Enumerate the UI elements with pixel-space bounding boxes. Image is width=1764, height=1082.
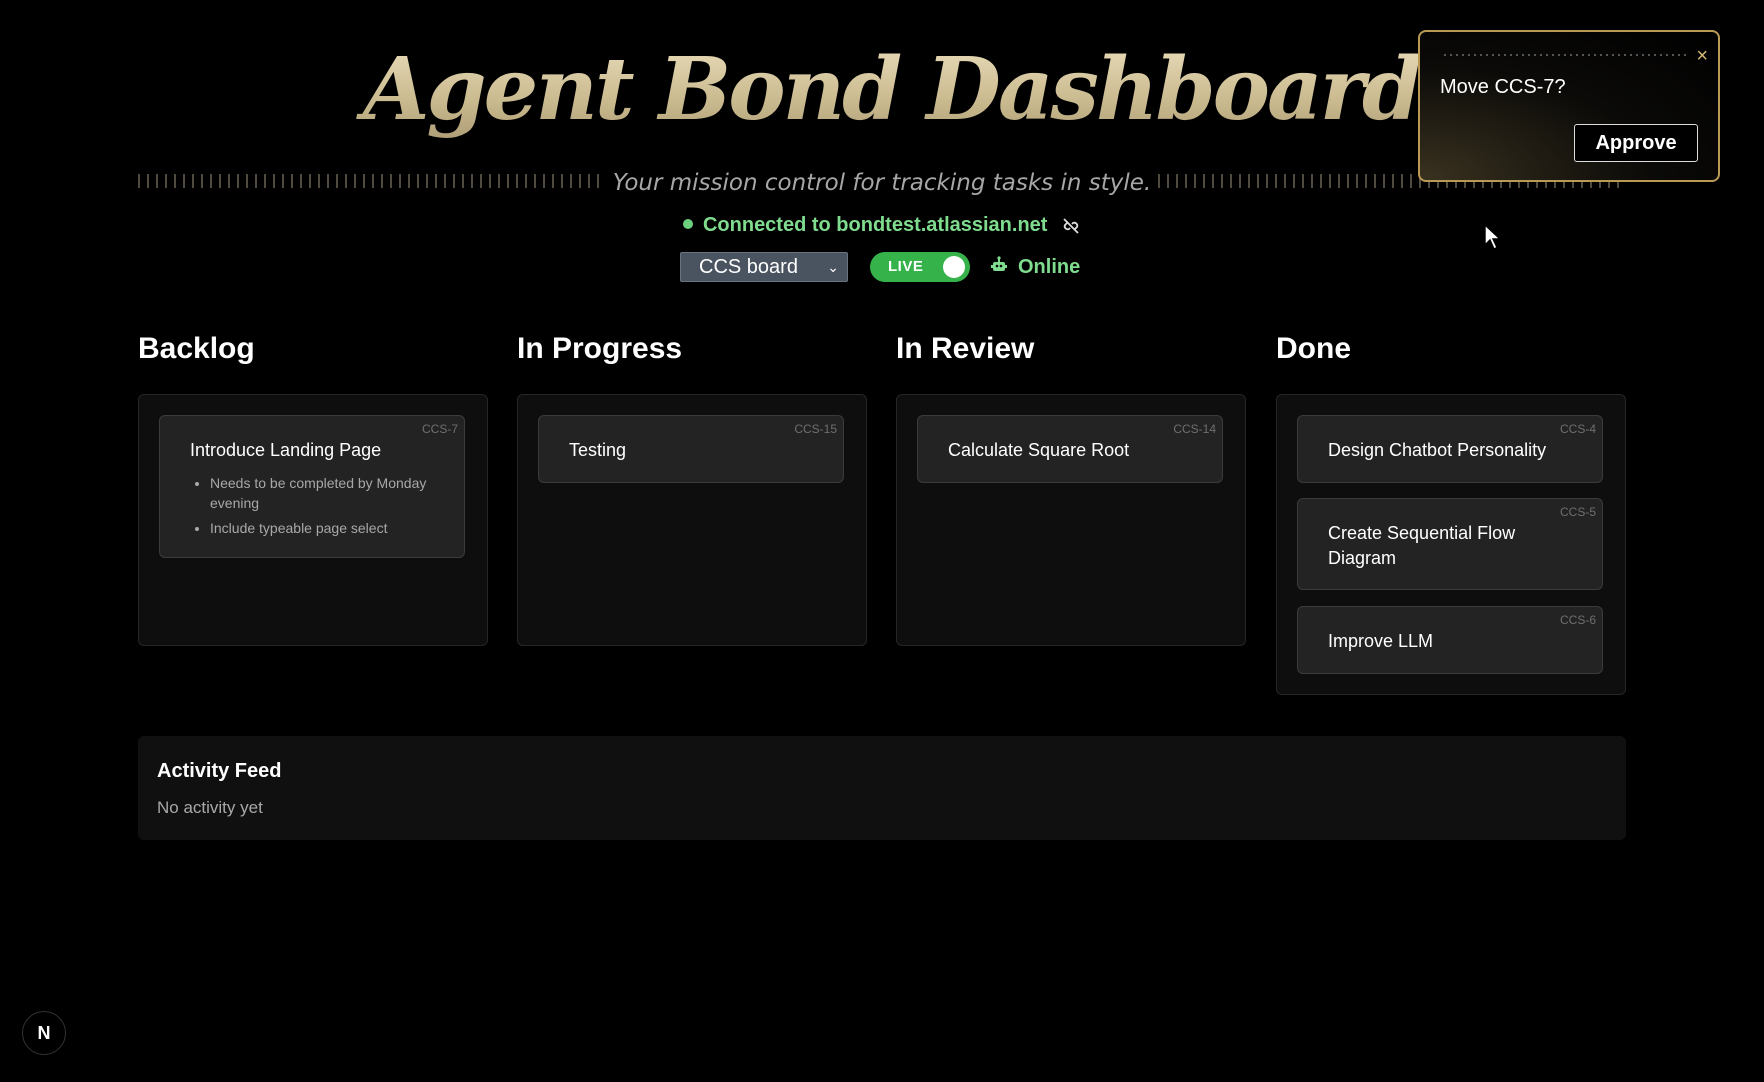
robot-icon xyxy=(990,255,1008,279)
column-done: CCS-4 Design Chatbot Personality CCS-5 C… xyxy=(1276,394,1626,695)
card-bullet: Needs to be completed by Monday evening xyxy=(210,473,444,513)
status-dot-icon xyxy=(682,218,693,229)
toast-decorative-dots xyxy=(1444,54,1690,56)
card-key: CCS-15 xyxy=(794,422,837,436)
activity-feed: Activity Feed No activity yet xyxy=(138,736,1626,840)
toast-message: Move CCS-7? xyxy=(1440,76,1566,98)
mouse-cursor-icon xyxy=(1484,223,1502,255)
connection-text: Connected to bondtest.atlassian.net xyxy=(702,214,1048,236)
card-key: CCS-4 xyxy=(1559,422,1596,436)
card-title: Create Sequential Flow Diagram xyxy=(1328,523,1516,568)
activity-feed-title: Activity Feed xyxy=(157,760,282,782)
column-title-in-progress: In Progress xyxy=(517,332,683,365)
task-card[interactable]: CCS-6 Improve LLM xyxy=(1297,606,1603,674)
close-icon[interactable]: × xyxy=(1696,46,1708,66)
board-controls: CCS board ⌄ LIVE Online xyxy=(680,252,1080,282)
card-title: Testing xyxy=(569,440,627,460)
dashboard-page: Agent Bond Dashboard Your mission contro… xyxy=(0,0,1764,1082)
card-title: Improve LLM xyxy=(1328,631,1434,651)
toggle-knob xyxy=(943,256,965,278)
live-label: LIVE xyxy=(888,258,924,275)
column-title-in-review: In Review xyxy=(896,332,1035,365)
task-card[interactable]: CCS-5 Create Sequential Flow Diagram xyxy=(1297,498,1603,590)
chevron-down-icon: ⌄ xyxy=(827,258,839,275)
card-title: Introduce Landing Page xyxy=(190,440,382,460)
online-status: Online xyxy=(990,256,1080,279)
n-logo-icon[interactable]: N xyxy=(22,1011,66,1055)
unlink-icon[interactable] xyxy=(1055,214,1081,236)
column-backlog: CCS-7 Introduce Landing Page Needs to be… xyxy=(138,394,488,646)
live-toggle[interactable]: LIVE xyxy=(870,252,970,282)
card-bullets: Needs to be completed by Monday evening … xyxy=(190,473,444,538)
board-select[interactable]: CCS board ⌄ xyxy=(680,252,848,282)
activity-empty-text: No activity yet xyxy=(157,798,263,817)
card-bullet: Include typeable page select xyxy=(210,518,444,538)
column-title-backlog: Backlog xyxy=(138,332,255,365)
task-card[interactable]: CCS-15 Testing xyxy=(538,415,844,483)
card-key: CCS-6 xyxy=(1559,613,1596,627)
column-in-review: CCS-14 Calculate Square Root xyxy=(896,394,1246,646)
task-card[interactable]: CCS-14 Calculate Square Root xyxy=(917,415,1223,483)
approval-toast: × Move CCS-7? Approve xyxy=(1418,30,1720,182)
column-title-done: Done xyxy=(1276,332,1351,365)
board-select-value: CCS board xyxy=(699,255,798,278)
card-title: Design Chatbot Personality xyxy=(1328,440,1547,460)
card-title: Calculate Square Root xyxy=(948,440,1130,460)
task-card[interactable]: CCS-4 Design Chatbot Personality xyxy=(1297,415,1603,483)
column-in-progress: CCS-15 Testing xyxy=(517,394,867,646)
card-key: CCS-5 xyxy=(1559,505,1596,519)
card-key: CCS-14 xyxy=(1173,422,1216,436)
task-card[interactable]: CCS-7 Introduce Landing Page Needs to be… xyxy=(159,415,465,558)
card-key: CCS-7 xyxy=(421,422,458,436)
online-text: Online xyxy=(1018,255,1081,278)
approve-button[interactable]: Approve xyxy=(1574,124,1698,162)
